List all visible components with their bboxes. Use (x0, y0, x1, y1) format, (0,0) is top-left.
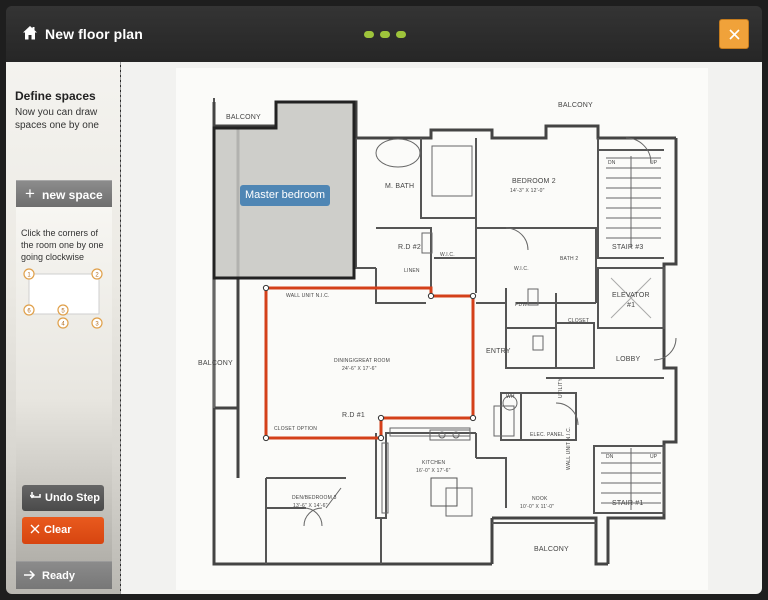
plus-icon: + (25, 184, 35, 203)
label-wic-left: W.I.C. (440, 252, 455, 258)
corner-marker-4: 4 (57, 317, 69, 329)
label-bedroom-2-dims: 14'-3" X 12'-0" (510, 188, 545, 194)
undo-icon (30, 492, 41, 499)
instructions-panel: Click the corners of the room one by one… (16, 207, 112, 589)
clear-label: Clear (44, 524, 72, 536)
header-bar: New floor plan (6, 6, 762, 62)
label-wic-right: W.I.C. (514, 266, 529, 272)
label-dining-dims: 24'-6" X 17'-6" (342, 366, 377, 372)
floor-plan-drawing (212, 98, 678, 566)
corner-order-diagram: 1 2 3 4 5 6 (23, 268, 103, 329)
label-elevator-number: #1 (627, 302, 636, 309)
step-dot-1 (364, 31, 374, 38)
label-water-heater: WH (506, 394, 515, 400)
label-lobby: LOBBY (616, 356, 641, 363)
label-elec-panel: ELEC. PANEL (530, 432, 565, 438)
corner-marker-1: 1 (23, 268, 35, 280)
label-elevator: ELEVATOR (612, 292, 650, 299)
corner-marker-2: 2 (91, 268, 103, 280)
label-balcony-bottom: BALCONY (534, 546, 569, 553)
step-dot-2 (380, 31, 390, 38)
corner-marker-3: 3 (91, 317, 103, 329)
label-den-bedroom-3-dims: 13'-6" X 14'-6" (293, 503, 328, 509)
label-nook: NOOK (532, 496, 548, 502)
page-title: New floor plan (45, 26, 143, 42)
instructions-text: Click the corners of the room one by one… (21, 228, 104, 262)
label-entry: ENTRY (486, 348, 511, 355)
label-wall-unit-top: WALL UNIT N.I.C. (286, 293, 330, 299)
close-icon (729, 29, 740, 40)
label-stair-1-up: UP (650, 454, 658, 460)
label-stair-1-dn: DN (606, 454, 614, 460)
label-dining: DINING/GREAT ROOM (334, 358, 390, 364)
label-balcony-top-right: BALCONY (558, 102, 593, 109)
label-wall-unit-right: WALL UNIT N.I.C. (566, 426, 572, 470)
label-rd-2: R.D #2 (398, 244, 421, 251)
label-pdw: PDW (515, 302, 528, 308)
label-rd-1: R.D #1 (342, 412, 365, 419)
label-m-bath: M. BATH (385, 183, 415, 190)
label-den-bedroom-3: DEN/BEDROOM 3 (292, 495, 337, 501)
new-space-label: new space (42, 188, 103, 202)
label-stair-1: STAIR #1 (612, 500, 644, 507)
label-balcony-left: BALCONY (198, 360, 233, 367)
label-utility: UTILITY (558, 377, 564, 398)
arrow-right-icon (24, 570, 36, 580)
sidebar: Define spaces Now you can draw spaces on… (6, 62, 120, 594)
close-button[interactable] (719, 19, 749, 49)
floor-plan-image[interactable]: BALCONY BALCONY BALCONY BALCONY M. BATH … (176, 68, 708, 590)
step-indicator (364, 31, 408, 39)
label-stair-3-dn: DN (608, 160, 616, 166)
label-bedroom-2: BEDROOM 2 (512, 178, 556, 185)
sidebar-subtitle: Now you can draw spaces one by one (15, 107, 99, 131)
label-nook-dims: 10'-0" X 11'-0" (520, 504, 555, 510)
step-dot-3 (396, 31, 406, 38)
label-kitchen: KITCHEN (422, 460, 446, 466)
new-space-button[interactable]: + new space (16, 180, 112, 207)
label-linen: LINEN (404, 268, 420, 274)
undo-step-button[interactable]: Undo Step (22, 485, 104, 511)
home-icon[interactable] (22, 25, 38, 41)
label-bath-2: BATH 2 (560, 256, 579, 262)
sidebar-title: Define spaces (15, 89, 96, 103)
ready-button[interactable]: Ready (16, 561, 112, 589)
clear-icon (30, 524, 40, 534)
space-label-master-bedroom[interactable]: Master bedroom (240, 185, 331, 206)
label-stair-3-up: UP (650, 160, 658, 166)
app-window: New floor plan Define spaces Now you can… (6, 6, 762, 594)
ready-label: Ready (42, 570, 76, 582)
clear-button[interactable]: Clear (22, 517, 104, 544)
label-closet-option: CLOSET OPTION (274, 426, 318, 432)
label-stair-3: STAIR #3 (612, 244, 644, 251)
label-kitchen-dims: 16'-0" X 17'-6" (416, 468, 451, 474)
corner-marker-6: 6 (23, 304, 35, 316)
undo-step-label: Undo Step (45, 492, 100, 504)
label-closet: CLOSET (568, 318, 590, 324)
label-balcony-top-left: BALCONY (226, 114, 261, 121)
corner-marker-5: 5 (57, 304, 69, 316)
drawing-canvas[interactable]: BALCONY BALCONY BALCONY BALCONY M. BATH … (121, 62, 762, 594)
